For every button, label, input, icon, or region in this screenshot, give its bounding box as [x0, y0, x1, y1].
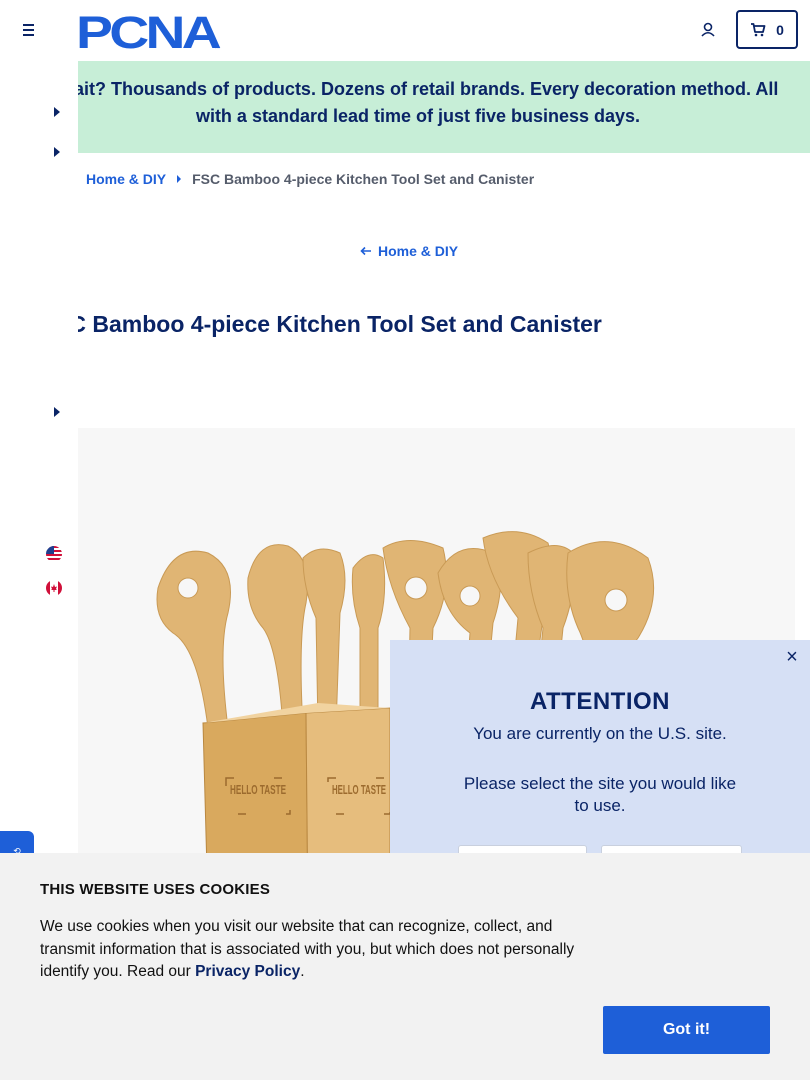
page: PCNA ™ 0 Wait? Thousands of products. Do… [0, 0, 810, 1080]
breadcrumb-current: FSC Bamboo 4-piece Kitchen Tool Set and … [192, 171, 535, 187]
breadcrumb: Home & DIY FSC Bamboo 4-piece Kitchen To… [86, 171, 534, 187]
cart-button[interactable]: 0 [736, 10, 798, 49]
cookie-text-end: . [300, 963, 305, 980]
promo-banner-text: Wait? Thousands of products. Dozens of r… [78, 79, 779, 126]
imprint-text-left: HELLO TASTE [230, 782, 286, 797]
chevron-right-icon[interactable] [52, 146, 62, 158]
svg-text:™: ™ [214, 45, 220, 52]
close-icon[interactable]: × [784, 647, 800, 667]
cookie-text: We use cookies when you visit our websit… [40, 916, 600, 984]
account-icon[interactable] [698, 20, 718, 40]
promo-banner: Wait? Thousands of products. Dozens of r… [78, 61, 810, 153]
cookie-title: THIS WEBSITE USES COOKIES [40, 881, 271, 898]
chevron-right-icon[interactable] [52, 406, 62, 418]
back-link-label: Home & DIY [378, 243, 459, 259]
attention-message: You are currently on the U.S. site. [473, 724, 727, 743]
region-attention-dialog: × ATTENTION You are currently on the U.S… [390, 640, 810, 880]
cart-icon [751, 22, 766, 36]
product-title: FSC Bamboo 4-piece Kitchen Tool Set and … [40, 311, 602, 337]
arrow-left-icon [360, 246, 371, 256]
cookie-accept-button[interactable]: Got it! [603, 1006, 770, 1054]
attention-prompt: Please select the site you would like to… [463, 774, 737, 815]
site-header: PCNA ™ 0 [0, 0, 810, 61]
chevron-right-icon [177, 175, 182, 183]
cookie-notice: THIS WEBSITE USES COOKIES We use cookies… [0, 853, 810, 1080]
logo-text: PCNA [76, 10, 221, 52]
pcna-logo[interactable]: PCNA ™ [76, 10, 226, 52]
cookie-text-body: We use cookies when you visit our websit… [40, 918, 575, 980]
back-to-category-link[interactable]: Home & DIY [360, 243, 458, 259]
breadcrumb-category-link[interactable]: Home & DIY [86, 171, 166, 187]
chevron-right-icon[interactable] [52, 106, 62, 118]
imprint-text-right: HELLO TASTE [332, 782, 386, 797]
us-flag-icon[interactable] [46, 546, 62, 562]
attention-title: ATTENTION [529, 688, 671, 715]
menu-icon[interactable] [18, 20, 38, 40]
canada-flag-icon[interactable] [46, 580, 62, 596]
cart-count: 0 [776, 21, 784, 38]
privacy-policy-link[interactable]: Privacy Policy [195, 963, 300, 980]
